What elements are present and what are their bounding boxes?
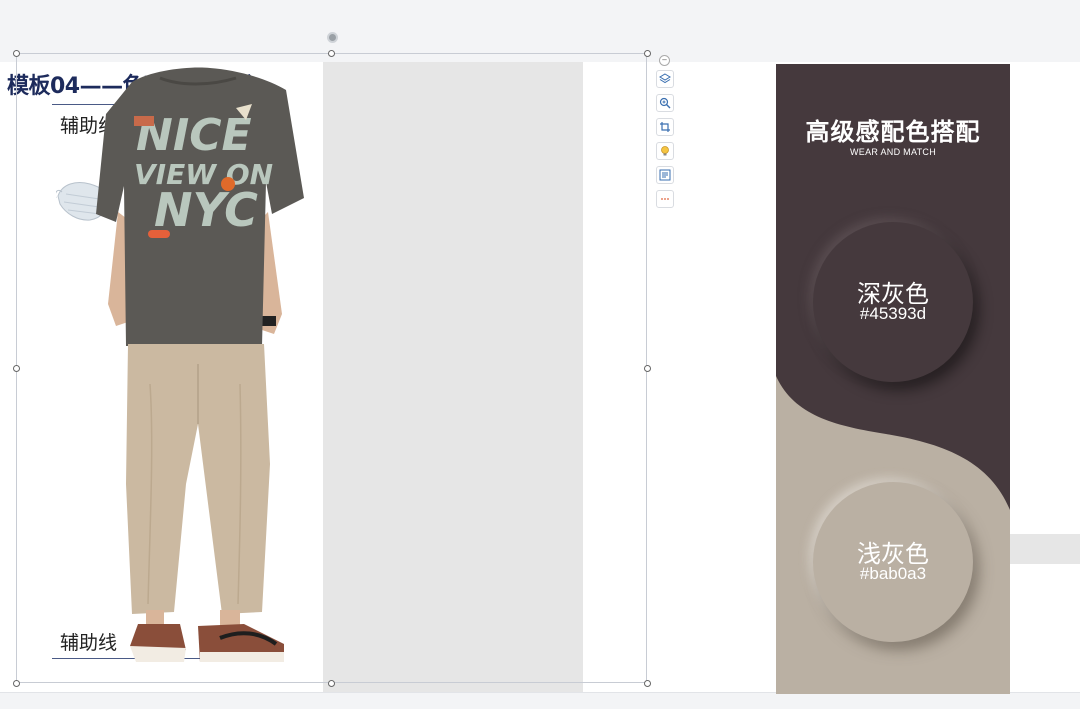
resize-handle-left[interactable] [13,365,20,372]
collapse-toolbar-button[interactable]: – [659,55,670,66]
resize-handle-top[interactable] [328,50,335,57]
bulb-icon[interactable] [656,142,674,160]
zoom-icon[interactable] [656,94,674,112]
crop-icon[interactable] [656,118,674,136]
resize-handle-bottom[interactable] [328,680,335,687]
top-bar [0,0,1080,60]
resize-handle-right[interactable] [644,365,651,372]
resize-handle-top-left[interactable] [13,50,20,57]
gray-strip [1010,534,1080,564]
floating-toolbar [656,70,674,214]
card-title: 高级感配色搭配 [805,118,981,146]
color-match-card[interactable]: 高级感配色搭配 WEAR AND MATCH 深灰色 #45393d 浅灰色 #… [776,64,1010,694]
shirt-print-line3: NYC [154,183,258,237]
color-swatch-light[interactable]: 浅灰色 #bab0a3 [813,482,973,642]
rotate-handle[interactable] [327,32,338,43]
image-text-icon[interactable] [656,166,674,184]
model-outfit-image[interactable]: NICE VIEW ON NYC [90,64,315,664]
card-subtitle: WEAR AND MATCH [849,147,937,157]
layers-icon[interactable] [656,70,674,88]
shirt-patch [134,116,154,126]
resize-handle-bottom-right[interactable] [644,680,651,687]
shirt-patch [148,230,170,238]
gray-placeholder-block[interactable] [323,62,583,692]
more-icon[interactable] [656,190,674,208]
bottom-bar [0,692,1080,709]
swatch-hex: #45393d [859,304,927,323]
resize-handle-top-right[interactable] [644,50,651,57]
color-swatch-dark[interactable]: 深灰色 #45393d [813,222,973,382]
swatch-hex: #bab0a3 [859,564,927,583]
resize-handle-bottom-left[interactable] [13,680,20,687]
shirt-patch [221,177,235,191]
